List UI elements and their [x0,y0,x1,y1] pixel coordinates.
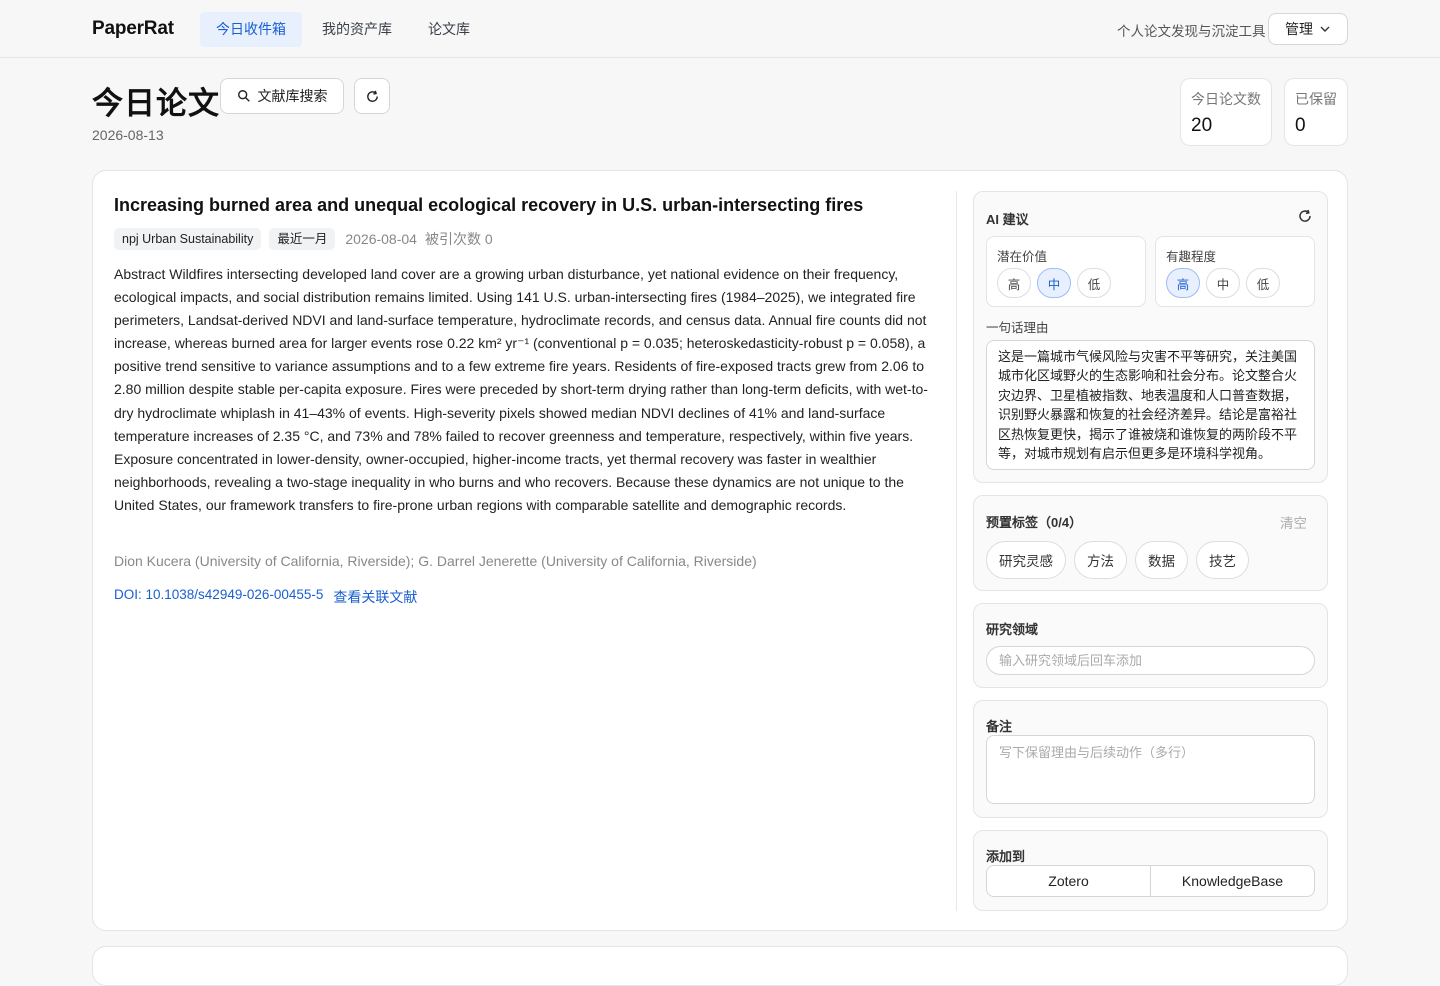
recency-badge: 最近一月 [269,228,336,250]
stat-label: 已保留 [1295,91,1337,107]
preset-tags-panel: 预置标签（0/4） 清空 研究灵感 方法 数据 技艺 [973,495,1328,591]
note-title: 备注 [986,719,1013,734]
clear-tags-button[interactable]: 清空 [1280,512,1307,532]
citation-count: 被引次数 0 [424,231,493,247]
interest-option-high[interactable]: 高 [1166,268,1200,298]
reason-label: 一句话理由 [986,321,1049,335]
interest-level-box: 有趣程度 高 中 低 [1155,236,1315,307]
publish-date: 2026-08-04 [345,231,417,247]
potential-value-label: 潜在价值 [997,250,1048,264]
paper-card: Increasing burned area and unequal ecolo… [92,170,1348,931]
refresh-icon[interactable] [1297,208,1313,224]
admin-label: 管理 [1285,21,1313,37]
add-to-panel: 添加到 Zotero KnowledgeBase [973,830,1328,911]
preset-tags-title: 预置标签（0/4） [986,515,1083,530]
value-option-high[interactable]: 高 [997,268,1031,298]
current-date: 2026-08-13 [92,127,164,143]
tag-data[interactable]: 数据 [1135,541,1188,579]
ai-suggestion-panel: AI 建议 潜在价值 高 中 低 有趣程度 高 中 低 一句话理由 这是一篇城市… [973,191,1328,483]
interest-option-low[interactable]: 低 [1246,268,1280,298]
add-to-knowledgebase-button[interactable]: KnowledgeBase [1150,866,1314,896]
column-divider [956,191,957,911]
nav-item-library[interactable]: 论文库 [412,12,486,47]
research-field-input[interactable] [986,646,1315,675]
interest-option-medium[interactable]: 中 [1206,268,1240,298]
paper-meta: npj Urban Sustainability 最近一月 2026-08-04… [114,228,493,250]
page-title: 今日论文 [92,86,220,121]
search-icon [237,90,250,102]
search-label: 文献库搜索 [257,88,328,104]
main-nav: 今日收件箱 我的资产库 论文库 [200,12,490,47]
potential-value-options: 高 中 低 [997,268,1111,298]
stat-value: 20 [1191,115,1213,136]
stat-today-count: 今日论文数 20 [1180,78,1272,146]
value-option-low[interactable]: 低 [1077,268,1111,298]
paper-title[interactable]: Increasing burned area and unequal ecolo… [114,195,934,216]
admin-menu-button[interactable]: 管理 [1268,13,1348,45]
paper-authors: Dion Kucera (University of California, R… [114,553,757,569]
next-paper-card [92,946,1348,986]
paper-links: DOI: 10.1038/s42949-026-00455-5 查看关联文献 [114,587,417,607]
interest-level-label: 有趣程度 [1166,250,1217,264]
reason-textbox[interactable]: 这是一篇城市气候风险与灾害不平等研究，关注美国城市化区域野火的生态影响和社会分布… [986,340,1315,470]
tag-method[interactable]: 方法 [1074,541,1127,579]
add-to-zotero-button[interactable]: Zotero [987,866,1150,896]
related-papers-link[interactable]: 查看关联文献 [333,587,417,607]
note-panel: 备注 [973,700,1328,818]
doi-link[interactable]: DOI: 10.1038/s42949-026-00455-5 [114,587,323,607]
nav-item-assets[interactable]: 我的资产库 [306,12,408,47]
nav-item-inbox[interactable]: 今日收件箱 [200,12,302,47]
interest-level-options: 高 中 低 [1166,268,1280,298]
tag-list: 研究灵感 方法 数据 技艺 [986,541,1249,579]
library-search-button[interactable]: 文献库搜索 [220,78,344,114]
add-to-segmented: Zotero KnowledgeBase [986,865,1315,897]
tag-inspiration[interactable]: 研究灵感 [986,541,1066,579]
note-textarea[interactable] [986,735,1315,804]
brand-logo[interactable]: PaperRat [92,18,174,40]
stat-value: 0 [1295,115,1306,136]
research-field-title: 研究领域 [986,622,1039,637]
journal-badge: npj Urban Sustainability [114,228,262,250]
stat-kept-count: 已保留 0 [1284,78,1348,146]
tag-craft[interactable]: 技艺 [1196,541,1249,579]
refresh-icon [366,90,378,102]
app-tagline: 个人论文发现与沉淀工具 [1117,24,1266,39]
ai-panel-title: AI 建议 [986,212,1029,227]
research-field-panel: 研究领域 [973,603,1328,688]
top-nav-bar: PaperRat 今日收件箱 我的资产库 论文库 个人论文发现与沉淀工具 管理 [0,0,1440,58]
potential-value-box: 潜在价值 高 中 低 [986,236,1146,307]
add-to-title: 添加到 [986,849,1026,864]
stat-label: 今日论文数 [1191,91,1261,107]
paper-abstract: Abstract Wildfires intersecting develope… [114,266,928,513]
value-option-medium[interactable]: 中 [1037,268,1071,298]
refresh-button[interactable] [354,78,390,114]
chevron-down-icon [1320,26,1330,32]
